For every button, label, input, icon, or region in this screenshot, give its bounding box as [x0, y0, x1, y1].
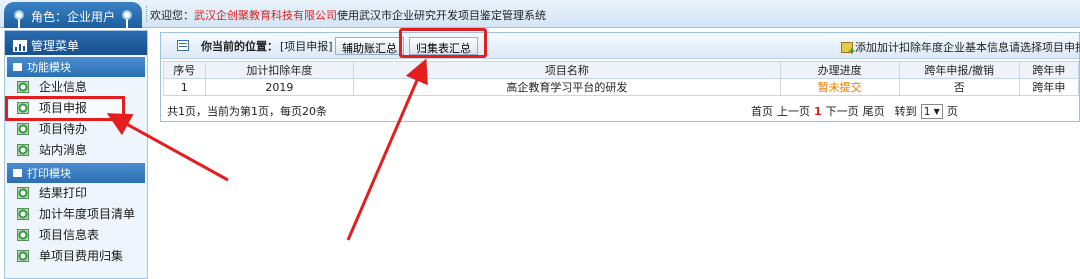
cell-project-name[interactable]: 高企教育学习平台的研发: [353, 78, 781, 96]
sidebar-item-project-declare[interactable]: 项目申报: [5, 96, 125, 121]
cell-status[interactable]: 暂未提交: [779, 78, 900, 96]
sidebar-item-result-print[interactable]: 结果打印: [5, 183, 147, 204]
table-row[interactable]: 1 2019 高企教育学习平台的研发 暂未提交 否 跨年申: [163, 78, 1080, 96]
window-icon: [177, 40, 189, 51]
chevron-down-icon: ▼: [933, 106, 940, 116]
bullet-icon: [17, 187, 29, 199]
sidebar-item-project-todo[interactable]: 项目待办: [5, 119, 147, 140]
page-select[interactable]: 1 ▼: [920, 103, 943, 119]
column-header[interactable]: 序号: [163, 61, 206, 79]
bullet-icon: [17, 123, 29, 135]
add-folder-icon: [841, 41, 856, 57]
last-page-link[interactable]: 尾页: [863, 103, 885, 119]
splitter-grip[interactable]: [146, 6, 148, 22]
role-tab: 角色：企业用户: [4, 2, 142, 28]
pager-summary: 共1页，当前为第1页，每页20条: [167, 105, 327, 118]
bullet-icon: [17, 144, 29, 156]
section-functions[interactable]: 功能模块: [7, 57, 145, 77]
top-bar: 角色：企业用户 欢迎您：武汉企创聚教育科技有限公司使用武汉市企业研究开发项目鉴定…: [0, 0, 1080, 28]
cell-year: 2019: [204, 78, 355, 96]
sidebar-item-company-info[interactable]: 企业信息: [5, 77, 147, 98]
cell-cross-year-declare[interactable]: 跨年申: [1018, 78, 1080, 96]
pager-controls: 首页 上一页 1 下一页 尾页 转到 1 ▼ 页: [751, 103, 958, 119]
column-header[interactable]: 跨年申报/撤销: [898, 61, 1020, 79]
column-header[interactable]: 跨年申: [1018, 61, 1080, 79]
bullet-icon: [17, 81, 29, 93]
sidebar: 管理菜单 功能模块 企业信息 项目申报 项目待办 站内消息 打印模块 结果打印 …: [4, 30, 148, 279]
goto-suffix: 页: [946, 105, 958, 118]
column-header[interactable]: 加计扣除年度: [204, 61, 355, 79]
section-icon: [13, 63, 22, 71]
sidebar-title: 管理菜单: [5, 31, 147, 55]
table-header-row: 序号 加计扣除年度 项目名称 办理进度 跨年申报/撤销 跨年申: [163, 61, 1080, 79]
sidebar-item-project-info-table[interactable]: 项目信息表: [5, 225, 147, 246]
bullet-icon: [17, 250, 29, 262]
choose-project-link[interactable]: 请选择项目申报: [1009, 39, 1080, 55]
prev-page-link[interactable]: 上一页: [777, 103, 810, 119]
cell-cross-year: 否: [898, 78, 1020, 96]
next-page-link[interactable]: 下一页: [826, 103, 859, 119]
bullet-icon: [17, 208, 29, 220]
company-name: 武汉企创聚教育科技有限公司: [194, 9, 337, 22]
aux-summary-button[interactable]: 辅助账汇总: [335, 37, 404, 55]
column-header[interactable]: 办理进度: [779, 61, 900, 79]
bullet-icon: [17, 229, 29, 241]
project-table: 序号 加计扣除年度 项目名称 办理进度 跨年申报/撤销 跨年申 1 2019 高…: [163, 61, 1080, 96]
location-label: 你当前的位置：: [201, 39, 278, 53]
location-value: [项目申报]: [280, 39, 333, 53]
sidebar-item-single-project-cost[interactable]: 单项目费用归集: [5, 246, 147, 267]
goto-label: 转到: [894, 105, 917, 118]
role-label: 角色：企业用户: [30, 10, 115, 24]
section-icon: [13, 169, 22, 177]
first-page-link[interactable]: 首页: [751, 103, 773, 119]
sidebar-item-annual-project-list[interactable]: 加计年度项目清单: [5, 204, 147, 225]
location-bar: 你当前的位置： [项目申报] 辅助账汇总 归集表汇总 添加加计扣除年度企业基本信…: [161, 28, 1080, 59]
main-panel: 你当前的位置： [项目申报] 辅助账汇总 归集表汇总 添加加计扣除年度企业基本信…: [160, 28, 1080, 122]
sidebar-item-site-messages[interactable]: 站内消息: [5, 140, 147, 161]
cell-index: 1: [163, 78, 206, 96]
section-print[interactable]: 打印模块: [7, 163, 145, 183]
column-header[interactable]: 项目名称: [353, 61, 781, 79]
add-basic-info-link[interactable]: 添加加计扣除年度企业基本信息: [841, 39, 1009, 57]
menu-chart-icon: [13, 39, 27, 52]
current-page: 1: [814, 104, 822, 118]
bullet-icon: [17, 102, 29, 114]
highlight-box: [399, 28, 487, 58]
welcome-message: 欢迎您：武汉企创聚教育科技有限公司使用武汉市企业研究开发项目鉴定管理系统: [150, 9, 546, 22]
